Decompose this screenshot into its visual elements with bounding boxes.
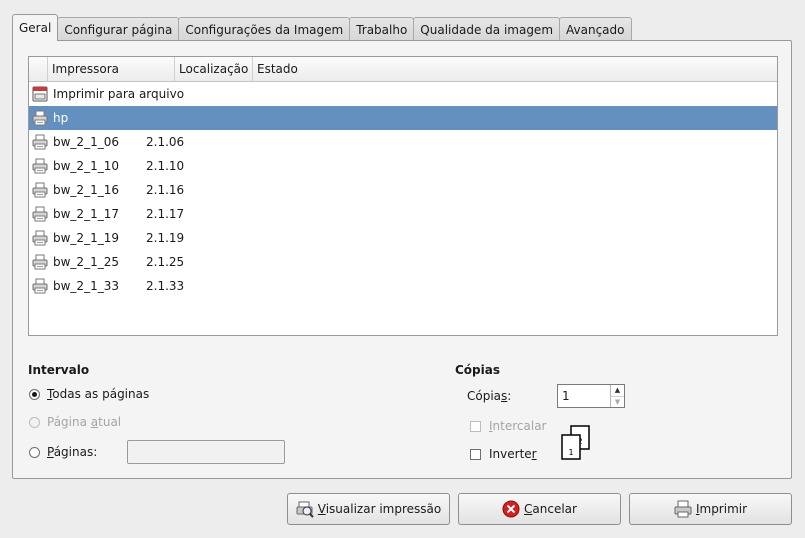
general-tab-panel: Impressora Localização Estado Imprimir p… — [12, 40, 792, 479]
printer-name: bw_2_1_25 — [53, 255, 119, 269]
pages-range-input[interactable] — [127, 440, 285, 464]
printer-location: 2.1.33 — [146, 279, 185, 293]
pages-label: Páginas: — [47, 445, 98, 459]
printer-row[interactable]: bw_2_1_06 2.1.06 — [29, 130, 777, 154]
reverse-label: Inverter — [489, 447, 537, 461]
tab-avancado[interactable]: Avançado — [559, 17, 632, 41]
increment-arrow-icon[interactable]: ▲ — [611, 385, 624, 396]
collate-option: Intercalar — [470, 417, 546, 435]
printer-row[interactable]: bw_2_1_19 2.1.19 — [29, 226, 777, 250]
tab-qualidade-imagem[interactable]: Qualidade da imagem — [413, 17, 561, 41]
printer-icon — [32, 134, 48, 150]
icon-column-header[interactable] — [29, 57, 48, 81]
printer-icon — [32, 182, 48, 198]
printer-location: 2.1.10 — [146, 159, 185, 173]
copies-label: Cópias: — [467, 389, 512, 403]
printer-rows: Imprimir para arquivo hp bw_2_1_06 2.1.06 bw… — [29, 82, 777, 298]
printer-location: 2.1.25 — [146, 255, 185, 269]
current-page-option: Página atual — [29, 413, 121, 431]
copies-input[interactable] — [558, 385, 610, 407]
printer-row[interactable]: hp — [29, 106, 777, 130]
tab-bar: Geral Configurar página Configurações da… — [12, 14, 632, 41]
print-preview-label: Visualizar impressão — [317, 502, 442, 516]
cancel-button[interactable]: Cancelar — [458, 493, 621, 525]
printer-name: bw_2_1_10 — [53, 159, 119, 173]
printer-location: 2.1.17 — [146, 207, 185, 221]
printer-row[interactable]: Imprimir para arquivo — [29, 82, 777, 106]
collate-checkbox — [470, 420, 481, 432]
print-preview-icon — [296, 501, 314, 518]
tab-trabalho[interactable]: Trabalho — [349, 17, 415, 41]
printer-row[interactable]: bw_2_1_10 2.1.10 — [29, 154, 777, 178]
copies-spinner-arrows: ▲ ▼ — [610, 385, 624, 407]
printer-location: 2.1.06 — [146, 135, 185, 149]
printer-list[interactable]: Impressora Localização Estado Imprimir p… — [28, 56, 778, 336]
printer-location: 2.1.19 — [146, 231, 185, 245]
column-header-state[interactable]: Estado — [253, 57, 777, 81]
printer-row[interactable]: bw_2_1_25 2.1.25 — [29, 250, 777, 274]
pages-option[interactable]: Páginas: — [29, 443, 97, 461]
range-section-title: Intervalo — [28, 363, 90, 377]
printer-name: bw_2_1_16 — [53, 183, 119, 197]
printer-icon — [32, 278, 48, 294]
copies-section-title: Cópias — [455, 363, 500, 377]
printer-icon — [674, 500, 692, 518]
printer-name: hp — [53, 111, 69, 125]
print-button[interactable]: Imprimir — [629, 493, 792, 525]
printer-name: bw_2_1_06 — [53, 135, 119, 149]
printer-name: bw_2_1_19 — [53, 231, 119, 245]
cancel-icon — [502, 500, 520, 518]
printer-icon — [32, 230, 48, 246]
tab-configuracoes-imagem[interactable]: Configurações da Imagem — [178, 17, 351, 41]
file-print-icon — [32, 86, 48, 102]
current-page-radio — [29, 416, 40, 428]
decrement-arrow-icon: ▼ — [611, 395, 624, 408]
print-label: Imprimir — [695, 502, 748, 516]
collate-preview-icon: 2 1 — [561, 425, 590, 460]
all-pages-radio[interactable] — [29, 388, 40, 400]
current-page-label: Página atual — [47, 415, 122, 429]
printer-list-header: Impressora Localização Estado — [29, 57, 777, 82]
copies-spinner[interactable]: ▲ ▼ — [557, 384, 625, 408]
printer-icon — [32, 158, 48, 174]
printer-row[interactable]: bw_2_1_33 2.1.33 — [29, 274, 777, 298]
printer-icon — [32, 110, 48, 126]
collate-label: Intercalar — [489, 419, 547, 433]
printer-row[interactable]: bw_2_1_17 2.1.17 — [29, 202, 777, 226]
reverse-checkbox[interactable] — [470, 448, 481, 460]
all-pages-option[interactable]: Todas as páginas — [29, 385, 149, 403]
all-pages-label: Todas as páginas — [47, 387, 150, 401]
printer-icon — [32, 254, 48, 270]
column-header-printer[interactable]: Impressora — [48, 57, 175, 81]
reverse-option[interactable]: Inverter — [470, 445, 537, 463]
pages-radio[interactable] — [29, 446, 40, 458]
tab-geral[interactable]: Geral — [12, 14, 59, 41]
tab-configurar-pagina[interactable]: Configurar página — [57, 17, 180, 41]
printer-name: bw_2_1_33 — [53, 279, 119, 293]
printer-icon — [32, 206, 48, 222]
column-header-location[interactable]: Localização — [175, 57, 253, 81]
printer-row[interactable]: bw_2_1_16 2.1.16 — [29, 178, 777, 202]
cancel-label: Cancelar — [524, 502, 577, 516]
printer-name: Imprimir para arquivo — [53, 87, 185, 101]
printer-location: 2.1.16 — [146, 183, 185, 197]
print-preview-button[interactable]: Visualizar impressão — [287, 493, 450, 525]
printer-name: bw_2_1_17 — [53, 207, 119, 221]
collate-page-1-label: 1 — [568, 448, 573, 457]
